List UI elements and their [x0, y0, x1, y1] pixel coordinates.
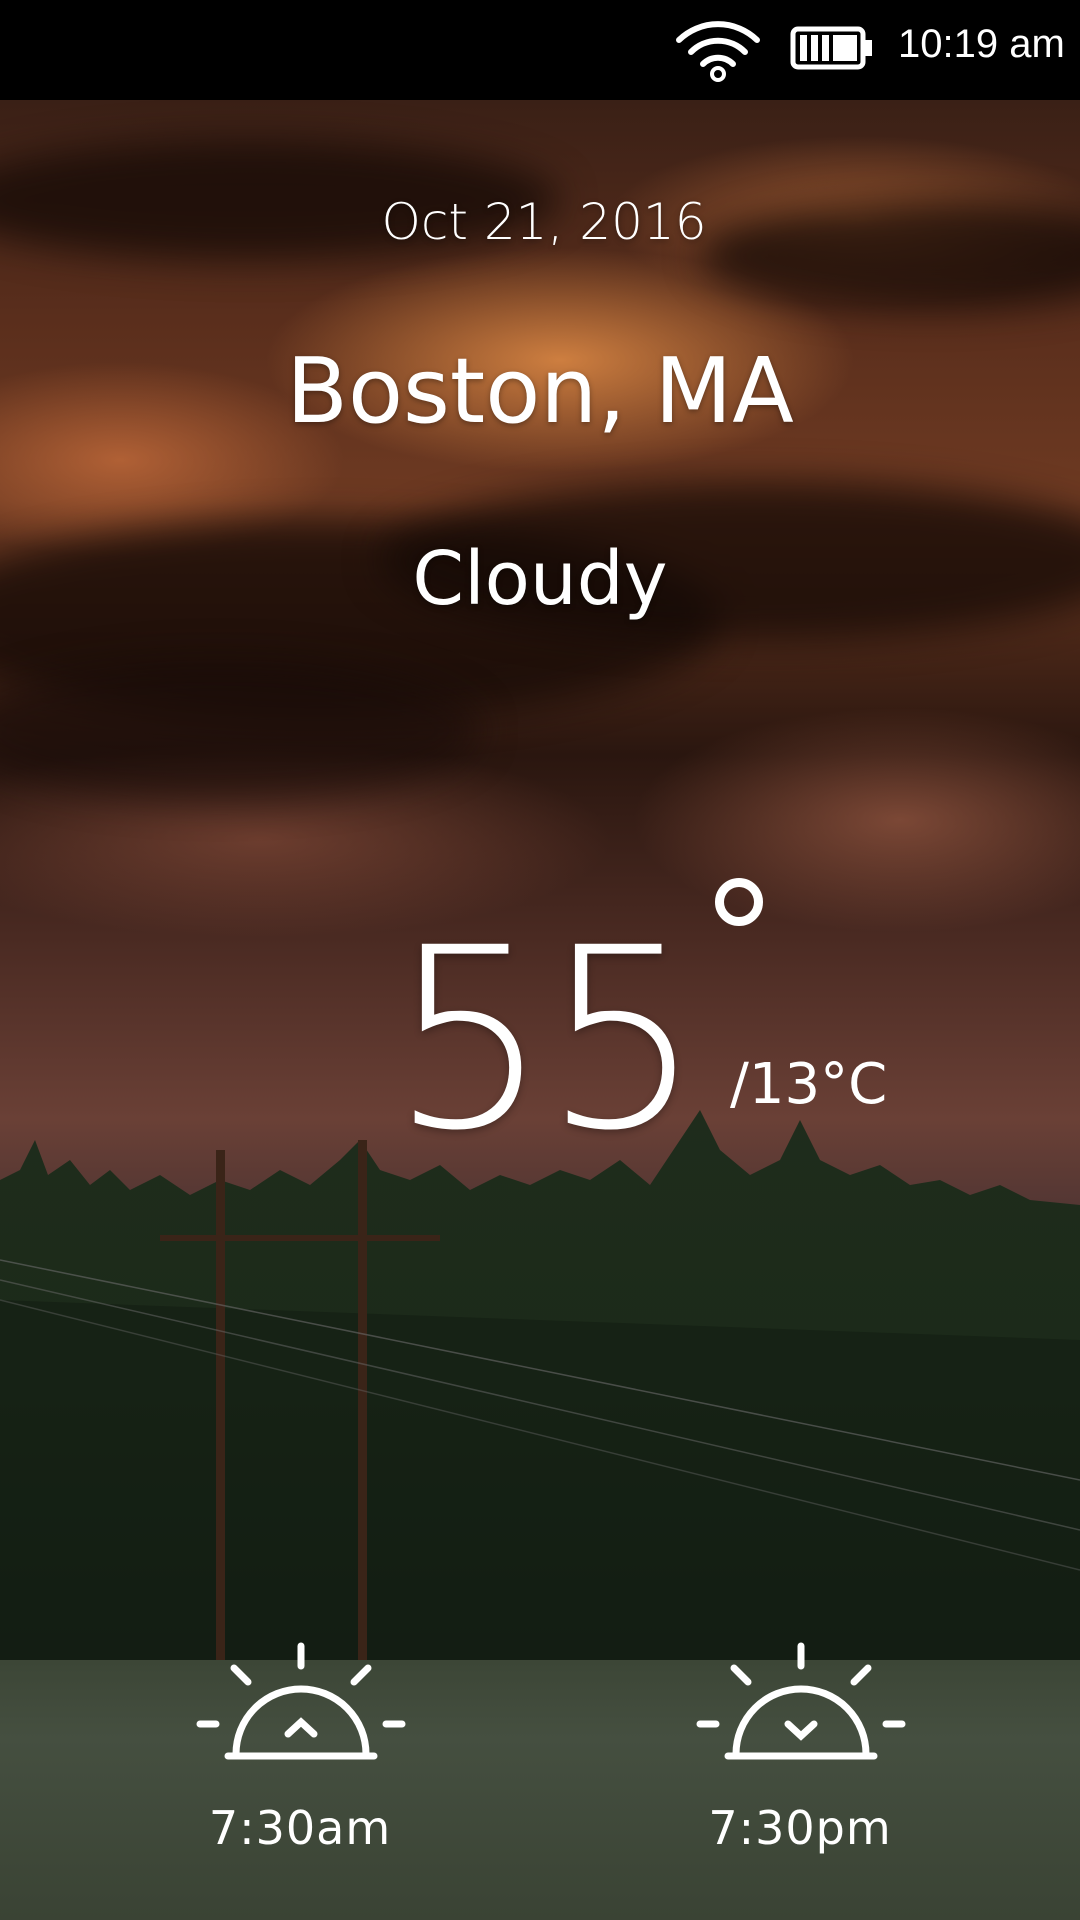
- grass-field: [0, 1660, 1080, 1920]
- weather-screen: 10:19 am Oct 21, 2016 Boston, MA Cloudy …: [0, 0, 1080, 1920]
- temperature-fahrenheit: 55: [390, 894, 702, 1185]
- sunset-icon: [696, 1642, 906, 1760]
- wifi-icon: [676, 21, 760, 82]
- condition-label: Cloudy: [412, 536, 668, 622]
- battery-icon: [790, 26, 872, 70]
- sunrise-time: 7:30am: [208, 1801, 392, 1855]
- location-label: Boston, MA: [286, 339, 794, 444]
- status-bar: 10:19 am: [0, 0, 1080, 100]
- degree-symbol: [715, 878, 763, 926]
- sunset-time: 7:30pm: [708, 1801, 892, 1855]
- date-label: Oct 21, 2016: [381, 193, 707, 251]
- status-time: 10:19 am: [898, 22, 1065, 66]
- sunrise-icon: [196, 1642, 406, 1760]
- temperature-celsius: /13°C: [730, 1052, 888, 1117]
